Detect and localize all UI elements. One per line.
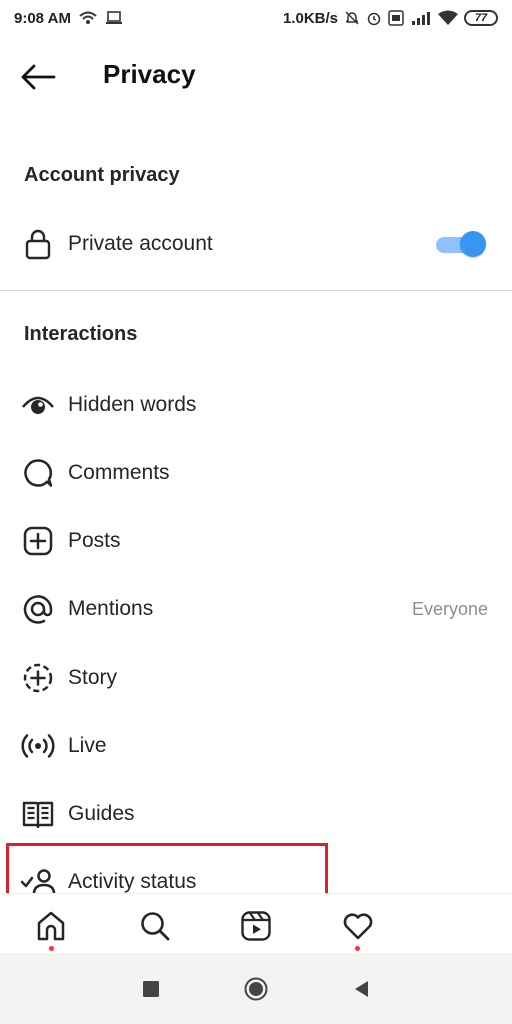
interactions-row-mentions[interactable]: Mentions Everyone — [0, 579, 512, 639]
battery-indicator: 77 — [464, 10, 498, 26]
nav-search-button[interactable] — [137, 908, 173, 944]
guides-icon — [20, 796, 56, 832]
comment-icon — [20, 455, 56, 491]
lock-icon — [20, 226, 56, 262]
private-account-toggle[interactable] — [434, 231, 486, 257]
nav-activity-button[interactable] — [340, 908, 376, 944]
section-heading-interactions: Interactions — [24, 323, 138, 345]
story-add-icon — [20, 660, 56, 696]
home-system-button[interactable] — [244, 977, 268, 1001]
live-icon — [20, 728, 56, 764]
heart-icon — [343, 913, 373, 940]
wifi-calling-icon — [79, 11, 97, 25]
interactions-row-story[interactable]: Story — [0, 648, 512, 708]
circle-icon — [244, 977, 268, 1001]
row-label: Hidden words — [68, 393, 197, 416]
row-label: Guides — [68, 802, 135, 825]
interactions-row-live[interactable]: Live — [0, 716, 512, 776]
arrow-left-icon — [21, 64, 56, 90]
triangle-left-icon — [355, 981, 368, 997]
private-account-label: Private account — [68, 232, 213, 255]
search-icon — [141, 912, 170, 941]
hidden-words-icon — [20, 387, 56, 423]
recents-button[interactable] — [139, 977, 163, 1001]
at-icon — [20, 591, 56, 627]
nav-reels-button[interactable] — [238, 908, 274, 944]
volte-icon — [388, 10, 404, 26]
wifi-icon — [438, 10, 458, 26]
interactions-row-posts[interactable]: Posts — [0, 511, 512, 571]
private-account-row[interactable]: Private account — [0, 214, 512, 274]
header: Privacy — [0, 50, 512, 104]
row-label: Comments — [68, 461, 170, 484]
plus-square-icon — [20, 523, 56, 559]
bottom-nav — [0, 893, 512, 953]
back-system-button[interactable] — [349, 977, 373, 1001]
row-label: Posts — [68, 529, 121, 552]
row-label: Mentions — [68, 597, 154, 620]
laptop-icon — [105, 11, 123, 25]
back-button[interactable] — [20, 62, 60, 92]
signal-icon — [410, 10, 432, 26]
reels-icon — [241, 911, 271, 941]
interactions-row-hidden-words[interactable]: Hidden words — [0, 375, 512, 435]
status-time: 9:08 AM — [14, 9, 71, 27]
bell-off-icon — [344, 10, 360, 26]
system-nav-bar — [0, 953, 512, 1024]
interactions-row-comments[interactable]: Comments — [0, 443, 512, 503]
toggle-thumb — [460, 231, 486, 257]
row-label: Live — [68, 734, 107, 757]
row-label: Story — [68, 666, 118, 689]
divider — [0, 290, 512, 291]
activity-notification-dot — [355, 946, 360, 951]
mentions-value: Everyone — [411, 598, 488, 619]
alarm-icon — [366, 10, 382, 26]
nav-home-button[interactable] — [33, 908, 69, 944]
home-notification-dot — [49, 946, 54, 951]
page-title: Privacy — [103, 59, 196, 89]
home-icon — [37, 911, 65, 941]
network-speed: 1.0KB/s — [282, 9, 338, 27]
interactions-row-guides[interactable]: Guides — [0, 784, 512, 844]
square-icon — [143, 981, 159, 997]
section-heading-account-privacy: Account privacy — [24, 164, 180, 186]
status-bar: 9:08 AM 1.0KB/s 77 — [0, 0, 512, 36]
